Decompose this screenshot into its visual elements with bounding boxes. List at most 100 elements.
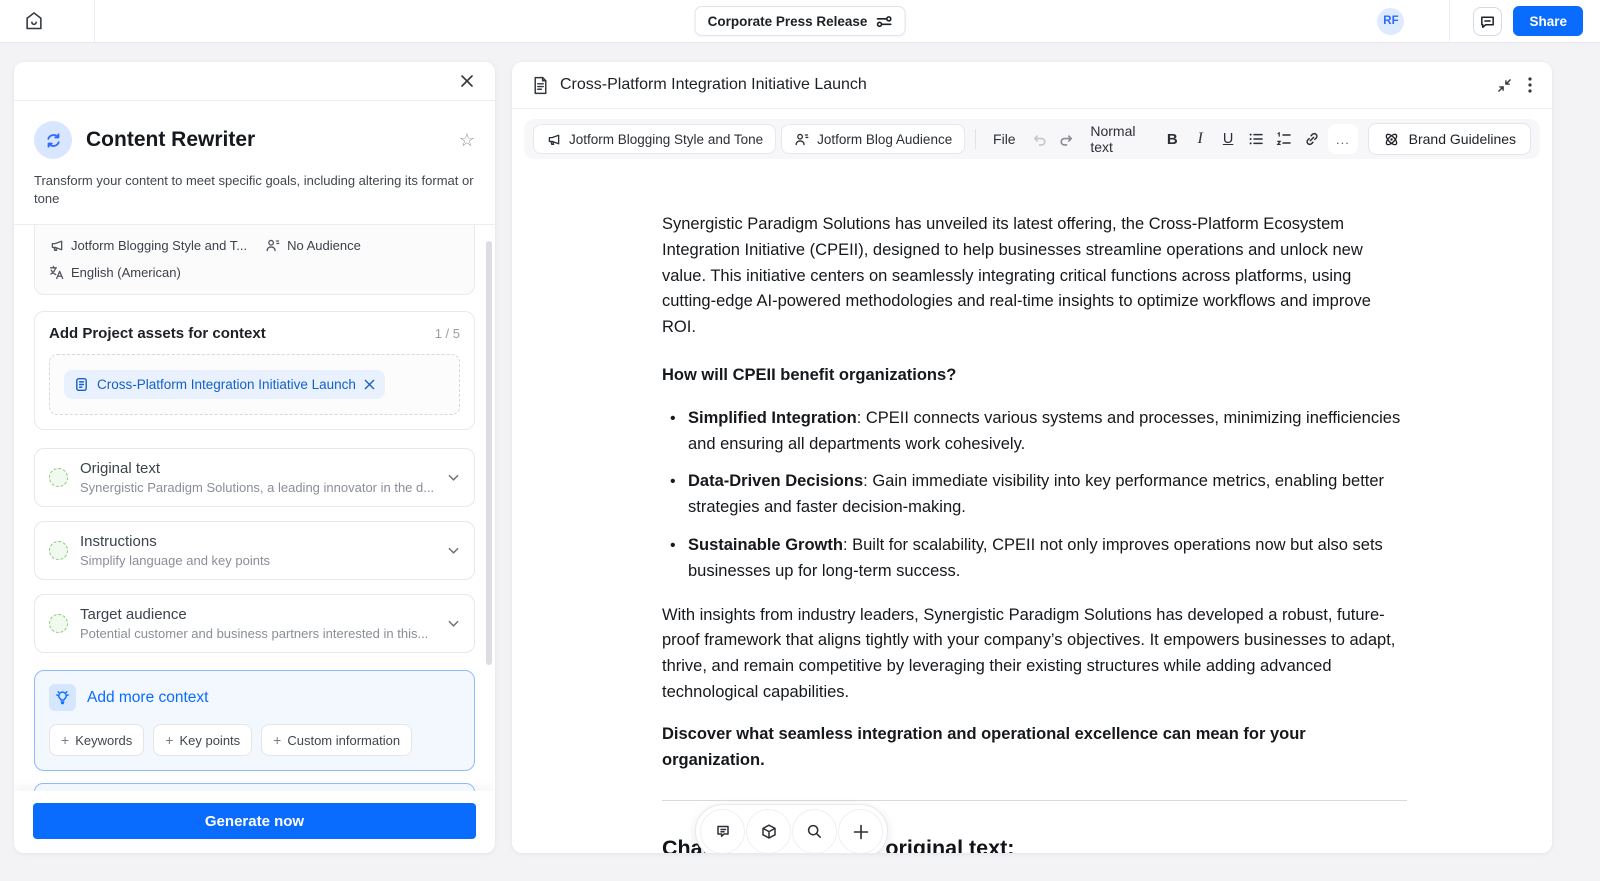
chevron-down-icon[interactable] [447, 544, 460, 557]
comments-tool-button[interactable] [700, 809, 745, 853]
paragraph: Synergistic Paradigm Solutions has unvei… [662, 215, 1371, 337]
underline-button[interactable]: U [1217, 125, 1240, 153]
assets-dropzone[interactable]: Cross-Platform Integration Initiative La… [49, 354, 460, 415]
numbered-list-icon[interactable] [1272, 125, 1295, 153]
project-assets-card: Add Project assets for context 1 / 5 Cro… [34, 311, 475, 430]
add-keywords-button[interactable]: + Keywords [49, 724, 145, 756]
link-icon[interactable] [1300, 125, 1323, 153]
benefit-list: Simplified Integration: CPEII connects v… [662, 406, 1407, 585]
cube-icon [761, 823, 776, 839]
assets-count: 1 / 5 [434, 326, 460, 341]
field-label: Original text [80, 460, 161, 477]
add-custom-information-button[interactable]: + Custom information [261, 724, 413, 756]
avatar[interactable]: RF [1377, 7, 1405, 35]
close-panel-button[interactable] [455, 69, 479, 93]
remove-asset-icon[interactable] [364, 379, 375, 390]
paragraph-style-dropdown[interactable]: Normal text [1083, 123, 1156, 155]
chat-bubbles-icon [716, 825, 729, 837]
floating-ai-toolbar [695, 804, 888, 853]
add-tool-button[interactable] [838, 809, 883, 853]
close-icon [461, 75, 473, 87]
more-options-button[interactable]: ... [1328, 124, 1358, 154]
italic-button[interactable]: I [1189, 125, 1212, 153]
asset-chip[interactable]: Cross-Platform Integration Initiative La… [64, 370, 385, 399]
comments-button[interactable] [1473, 6, 1503, 36]
share-button[interactable]: Share [1513, 6, 1583, 36]
asset-chip-label: Cross-Platform Integration Initiative La… [97, 377, 356, 392]
field-instructions[interactable]: Instructions Simplify language and key p… [34, 521, 475, 580]
field-label: Instructions [80, 533, 157, 550]
megaphone-icon [51, 240, 63, 252]
plus-icon: + [165, 732, 174, 748]
top-bar: Corporate Press Release RF Share [0, 0, 1600, 43]
field-value: Synergistic Paradigm Solutions, a leadin… [80, 480, 435, 495]
list-item-lead: Simplified Integration [688, 408, 857, 427]
field-value: Potential customer and business partners… [80, 626, 429, 641]
document-icon [76, 377, 87, 392]
brand-guidelines-button[interactable]: Brand Guidelines [1367, 123, 1532, 155]
favorite-star-icon[interactable]: ☆ [459, 130, 475, 151]
redo-icon[interactable] [1055, 125, 1078, 153]
avatar-initials: RF [1383, 15, 1399, 27]
megaphone-icon [548, 134, 560, 145]
list-item: Sustainable Growth: Built for scalabilit… [670, 533, 1407, 585]
add-more-context-toggle[interactable]: Add more context [49, 684, 460, 711]
chevron-down-icon[interactable] [447, 617, 460, 630]
style-settings-card: Jotform Blogging Style and T... No Audie… [34, 225, 475, 295]
brand-guidelines-label: Brand Guidelines [1408, 131, 1517, 147]
generate-now-button[interactable]: Generate now [33, 803, 476, 839]
paragraph: With insights from industry leaders, Syn… [662, 605, 1396, 701]
search-icon [807, 824, 821, 838]
plus-icon: + [273, 732, 282, 748]
file-menu[interactable]: File [986, 131, 1023, 147]
undo-icon[interactable] [1028, 125, 1051, 153]
add-key-points-button[interactable]: + Key points [153, 724, 253, 756]
bold-button[interactable]: B [1161, 125, 1184, 153]
plus-icon: + [61, 732, 70, 748]
next-card-partial [34, 783, 475, 791]
style-tone-pill[interactable]: Jotform Blogging Style and Tone [533, 124, 777, 154]
editor-toolbar: Jotform Blogging Style and Tone Jotform … [524, 119, 1540, 159]
list-item: Data-Driven Decisions: Gain immediate vi… [670, 469, 1407, 521]
bullet-list-icon[interactable] [1245, 125, 1268, 153]
panel-footer: Generate now [14, 791, 495, 853]
home-icon [23, 10, 45, 32]
search-tool-button[interactable] [792, 809, 837, 853]
add-custom-information-label: Custom information [287, 732, 401, 748]
add-keywords-label: Keywords [75, 732, 133, 748]
document-icon [534, 76, 547, 94]
assets-heading: Add Project assets for context [49, 325, 266, 342]
language-setting[interactable]: English (American) [49, 265, 181, 280]
style-setting[interactable]: Jotform Blogging Style and T... [49, 238, 247, 253]
chevron-down-icon[interactable] [447, 471, 460, 484]
paragraph-bold: Discover what seamless integration and o… [662, 724, 1306, 769]
list-item: Simplified Integration: CPEII connects v… [670, 406, 1407, 458]
field-target-audience[interactable]: Target audience Potential customer and b… [34, 594, 475, 653]
section-heading: How will CPEII benefit organizations? [662, 365, 957, 384]
list-item-lead: Sustainable Growth [688, 535, 843, 554]
audience-setting-label: No Audience [287, 238, 361, 253]
panel-description: Transform your content to meet specific … [34, 173, 474, 206]
field-original-text[interactable]: Original text Synergistic Paradigm Solut… [34, 448, 475, 507]
panel-scrollbar[interactable] [486, 241, 492, 665]
audience-setting[interactable]: No Audience [265, 238, 361, 253]
audience-icon [266, 239, 280, 252]
panel-body: Content Rewriter ☆ Transform your conten… [14, 101, 495, 791]
field-label: Target audience [80, 606, 187, 623]
style-setting-label: Jotform Blogging Style and T... [71, 238, 248, 253]
status-dot-icon [49, 541, 68, 560]
kebab-menu-icon[interactable] [1528, 77, 1532, 93]
home-button[interactable] [0, 0, 95, 42]
document-body[interactable]: Synergistic Paradigm Solutions has unvei… [512, 159, 1552, 853]
assets-tool-button[interactable] [746, 809, 791, 853]
panel-title: Content Rewriter [86, 128, 256, 151]
document-switcher-button[interactable]: Corporate Press Release [694, 6, 906, 36]
collapse-icon[interactable] [1497, 78, 1512, 93]
audience-pill[interactable]: Jotform Blog Audience [781, 124, 966, 154]
status-dot-icon [49, 468, 68, 487]
field-value: Simplify language and key points [80, 553, 271, 568]
audience-pill-label: Jotform Blog Audience [817, 131, 953, 147]
language-setting-label: English (American) [71, 265, 181, 280]
content-rewriter-icon [34, 121, 72, 159]
add-more-context-card: Add more context + Keywords + Key points… [34, 670, 475, 771]
